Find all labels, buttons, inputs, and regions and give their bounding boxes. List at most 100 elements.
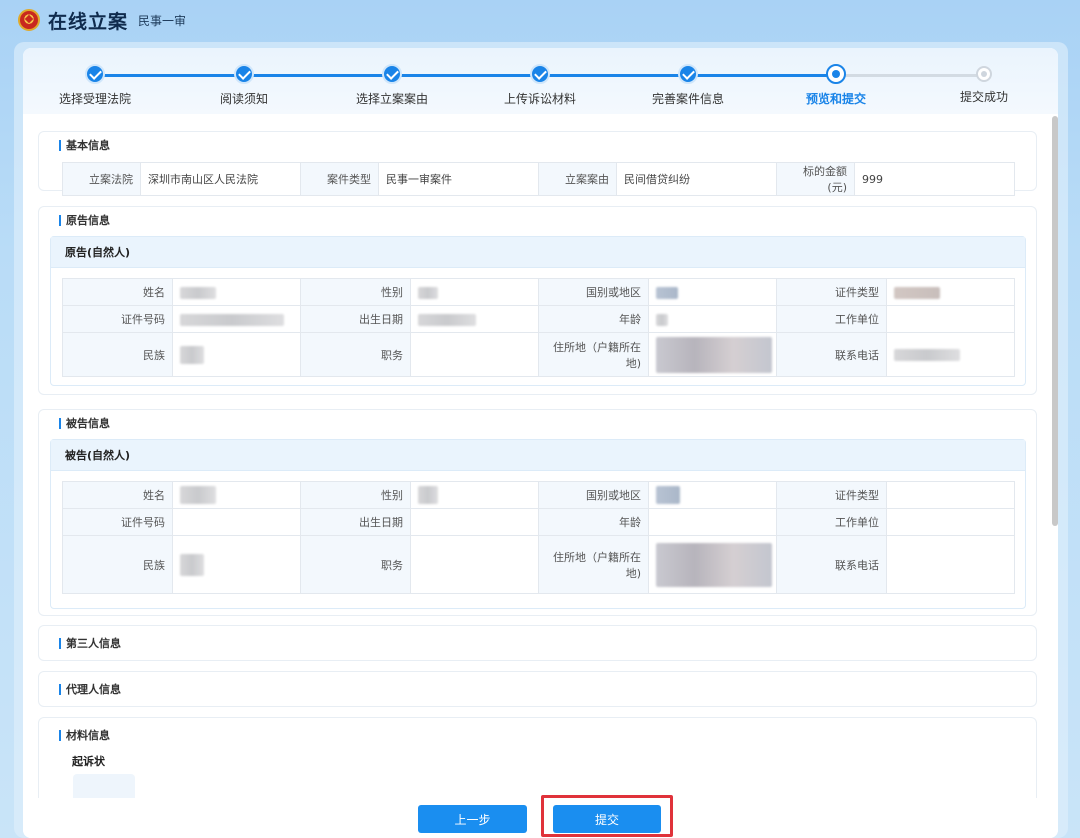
name-label: 姓名 — [62, 481, 173, 509]
id-type-label: 证件类型 — [776, 278, 887, 306]
material-item-title: 起诉状 — [72, 755, 105, 768]
step-upload-materials[interactable]: 上传诉讼材料 — [475, 64, 605, 107]
prev-step-button[interactable]: 上一步 — [418, 805, 527, 833]
material-thumbnail[interactable] — [73, 774, 135, 798]
redacted-gender — [418, 486, 438, 504]
id-number-label: 证件号码 — [62, 508, 173, 536]
redacted-country — [656, 286, 678, 299]
step-submit-success: 提交成功 — [919, 64, 1049, 105]
redacted-birth — [418, 313, 476, 326]
app-title: 在线立案 — [48, 10, 129, 33]
redacted-name — [180, 486, 216, 504]
id-type-label: 证件类型 — [776, 481, 887, 509]
amount-value: 999 — [854, 162, 1015, 196]
redacted-age — [656, 313, 668, 326]
submit-button[interactable]: 提交 — [553, 805, 661, 833]
check-icon — [382, 64, 402, 84]
footer-actions: 上一步 提交 — [23, 798, 1058, 838]
section-title: 第三人信息 — [59, 638, 121, 649]
birth-value — [410, 508, 539, 536]
basic-info-section: 基本信息 立案法院 深圳市南山区人民法院 案件类型 民事一审案件 立案案由 民间… — [38, 131, 1037, 196]
main-panel: 选择受理法院 阅读须知 选择立案案由 上传诉讼材料 完善案件信息 预览和提交 提… — [23, 48, 1058, 838]
employer-label: 工作单位 — [776, 305, 887, 333]
step-label: 阅读须知 — [219, 92, 268, 106]
country-label: 国别或地区 — [538, 481, 649, 509]
defendant-section: 被告信息 被告(自然人) 姓名 性别 国别或地区 证件类型 证件号码 出生日期 … — [38, 409, 1037, 616]
app-subtitle: 民事一审 — [138, 13, 187, 28]
redacted-id-number — [180, 313, 284, 326]
party-title: 原告(自然人) — [51, 237, 1025, 268]
check-icon — [234, 64, 254, 84]
position-value — [410, 332, 539, 377]
step-preview-submit[interactable]: 预览和提交 — [771, 64, 901, 107]
redacted-country — [656, 486, 680, 504]
step-label: 上传诉讼材料 — [503, 92, 576, 106]
gender-label: 性别 — [300, 278, 411, 306]
step-label: 预览和提交 — [805, 92, 866, 106]
address-label: 住所地（户籍所在 地) — [538, 535, 649, 594]
third-party-section[interactable]: 第三人信息 — [38, 625, 1037, 661]
plaintiff-table: 姓名 性别 国别或地区 证件类型 证件号码 出生日期 年龄 工作单位 民族 职务… — [62, 278, 1015, 377]
employer-value — [886, 508, 1015, 536]
age-label: 年龄 — [538, 508, 649, 536]
name-label: 姓名 — [62, 278, 173, 306]
employer-value — [886, 305, 1015, 333]
progress-stepper: 选择受理法院 阅读须知 选择立案案由 上传诉讼材料 完善案件信息 预览和提交 提… — [23, 48, 1058, 114]
phone-label: 联系电话 — [776, 332, 887, 377]
redacted-ethnicity — [180, 345, 204, 364]
redacted-gender — [418, 286, 438, 299]
court-value: 深圳市南山区人民法院 — [140, 162, 301, 196]
age-value — [648, 508, 777, 536]
section-title: 被告信息 — [59, 418, 110, 429]
birth-label: 出生日期 — [300, 508, 411, 536]
position-value — [410, 535, 539, 594]
country-label: 国别或地区 — [538, 278, 649, 306]
step-label: 选择受理法院 — [58, 92, 131, 106]
step-select-court[interactable]: 选择受理法院 — [30, 64, 160, 107]
address-label: 住所地（户籍所在 地) — [538, 332, 649, 377]
step-label: 选择立案案由 — [355, 92, 428, 106]
section-title: 原告信息 — [59, 215, 110, 226]
step-label: 提交成功 — [959, 90, 1008, 104]
gender-label: 性别 — [300, 481, 411, 509]
materials-section: 材料信息 起诉状 — [38, 717, 1037, 798]
pending-step-icon — [976, 66, 992, 82]
agent-section[interactable]: 代理人信息 — [38, 671, 1037, 707]
redacted-ethnicity — [180, 553, 204, 576]
amount-label: 标的金额(元) — [776, 162, 855, 196]
preview-content: 基本信息 立案法院 深圳市南山区人民法院 案件类型 民事一审案件 立案案由 民间… — [23, 114, 1048, 798]
step-select-cause[interactable]: 选择立案案由 — [327, 64, 457, 107]
redacted-address — [656, 336, 772, 373]
court-emblem-icon — [18, 9, 40, 31]
defendant-table: 姓名 性别 国别或地区 证件类型 证件号码 出生日期 年龄 工作单位 民族 职务… — [62, 481, 1015, 594]
step-complete-info[interactable]: 完善案件信息 — [623, 64, 753, 107]
id-type-value — [886, 481, 1015, 509]
phone-value — [886, 535, 1015, 594]
redacted-phone — [894, 349, 960, 361]
step-label: 完善案件信息 — [651, 92, 724, 106]
current-step-icon — [826, 64, 846, 84]
party-title: 被告(自然人) — [51, 440, 1025, 471]
scrollbar[interactable] — [1052, 116, 1058, 526]
step-read-notice[interactable]: 阅读须知 — [179, 64, 309, 107]
check-icon — [85, 64, 105, 84]
cause-label: 立案案由 — [538, 162, 617, 196]
case-type-label: 案件类型 — [300, 162, 379, 196]
ethnicity-label: 民族 — [62, 535, 173, 594]
section-title: 材料信息 — [59, 730, 110, 741]
redacted-name — [180, 286, 216, 299]
ethnicity-label: 民族 — [62, 332, 173, 377]
case-type-value: 民事一审案件 — [378, 162, 539, 196]
section-title: 代理人信息 — [59, 684, 121, 695]
position-label: 职务 — [300, 535, 411, 594]
check-icon — [678, 64, 698, 84]
basic-info-table: 立案法院 深圳市南山区人民法院 案件类型 民事一审案件 立案案由 民间借贷纠纷 … — [62, 162, 1015, 196]
redacted-id-type — [894, 286, 940, 299]
cause-value: 民间借贷纠纷 — [616, 162, 777, 196]
top-bar: 在线立案 民事一审 — [0, 0, 1080, 40]
employer-label: 工作单位 — [776, 508, 887, 536]
plaintiff-section: 原告信息 原告(自然人) 姓名 性别 国别或地区 证件类型 证件号码 出生日期 … — [38, 206, 1037, 395]
position-label: 职务 — [300, 332, 411, 377]
court-label: 立案法院 — [62, 162, 141, 196]
age-label: 年龄 — [538, 305, 649, 333]
